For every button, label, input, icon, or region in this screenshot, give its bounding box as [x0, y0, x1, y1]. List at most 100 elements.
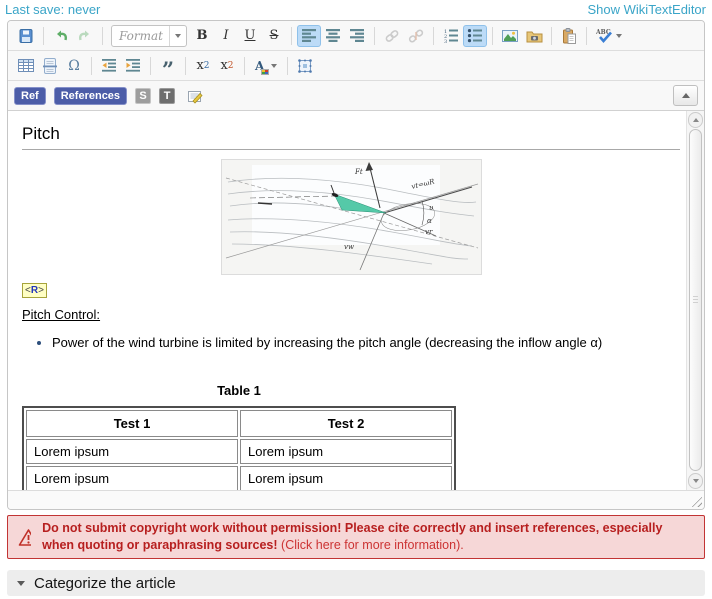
undo-icon [53, 28, 69, 44]
badge-close: > [38, 285, 44, 296]
toolbar-separator [492, 27, 493, 45]
table-row: Lorem ipsum Lorem ipsum [26, 466, 452, 490]
triangle-down-icon [17, 581, 25, 586]
blockquote-button[interactable]: ” [156, 55, 180, 77]
toolbar-separator [433, 27, 434, 45]
horizontal-rule-icon [42, 58, 58, 74]
superscript-button[interactable]: x2 [215, 55, 239, 77]
undo-button[interactable] [49, 25, 73, 47]
ref-button[interactable]: Ref [14, 87, 46, 105]
table-cell[interactable]: Lorem ipsum [26, 466, 238, 490]
table-cell[interactable]: Lorem ipsum [26, 439, 238, 464]
label-upsilon: υ [429, 204, 434, 212]
text-color-icon: A [255, 58, 268, 73]
t-tag-button[interactable]: T [159, 88, 175, 104]
redo-button[interactable] [73, 25, 97, 47]
chevron-up-icon [682, 93, 690, 98]
s-tag-button[interactable]: S [135, 88, 151, 104]
save-button[interactable] [14, 25, 38, 47]
references-button[interactable]: References [54, 87, 127, 105]
wysiwyg-editor: Format B I U S [7, 20, 705, 510]
align-right-icon [350, 29, 365, 42]
bullet-list: Power of the wind turbine is limited by … [52, 335, 680, 350]
scrollbar-down-button[interactable] [688, 473, 703, 489]
toolbar-separator [102, 27, 103, 45]
label-vw: vw [344, 243, 354, 251]
table-cell[interactable]: Lorem ipsum [240, 439, 452, 464]
subscript-button[interactable]: x2 [191, 55, 215, 77]
paste-icon [561, 28, 577, 44]
format-select[interactable]: Format [111, 25, 187, 47]
chevron-down-icon [271, 64, 277, 68]
special-char-button[interactable]: Ω [62, 55, 86, 77]
bulleted-list-button[interactable] [463, 25, 487, 47]
scrollbar-thumb[interactable] [689, 129, 702, 471]
resize-grip[interactable] [689, 494, 702, 507]
editor-bottom-bar [8, 490, 704, 509]
pitch-diagram: Ft vt=ωR υ α vr vw [222, 160, 481, 271]
iframe-icon [297, 58, 313, 74]
format-select-label: Format [112, 29, 169, 43]
link-button[interactable] [380, 25, 404, 47]
media-browser-button[interactable] [522, 25, 546, 47]
table-header-cell[interactable]: Test 1 [26, 410, 238, 437]
indent-button[interactable] [121, 55, 145, 77]
text-color-button[interactable]: A [250, 55, 282, 77]
collapse-toolbar-button[interactable] [673, 85, 698, 106]
table-header-row: Test 1 Test 2 [26, 410, 452, 437]
strikethrough-button[interactable]: S [262, 25, 286, 47]
horizontal-rule-button[interactable] [38, 55, 62, 77]
insert-image-button[interactable] [498, 25, 522, 47]
list-item: Power of the wind turbine is limited by … [52, 335, 680, 350]
table-icon [18, 58, 34, 73]
categorize-label: Categorize the article [34, 575, 176, 592]
pitch-diagram-image[interactable]: Ft vt=ωR υ α vr vw [221, 159, 482, 275]
content-scrollbar[interactable] [686, 111, 704, 490]
categorize-section-header[interactable]: Categorize the article [7, 570, 705, 596]
triangle-up-icon [693, 118, 699, 122]
show-wikitext-editor-link[interactable]: Show WikiTextEditor [588, 2, 706, 17]
references-placeholder-badge[interactable]: <R> [22, 283, 47, 298]
chevron-down-icon [616, 34, 622, 38]
editor-content[interactable]: Pitch [8, 111, 686, 490]
label-ft: Ft [354, 168, 363, 176]
underline-button[interactable]: U [238, 25, 262, 47]
warning-info-link[interactable]: (Click here for more information). [281, 538, 464, 552]
spellcheck-button[interactable]: ABC [592, 25, 626, 47]
indent-icon [125, 58, 141, 73]
redo-icon [77, 28, 93, 44]
last-save-link[interactable]: Last save: never [5, 2, 100, 17]
paste-button[interactable] [557, 25, 581, 47]
label-alpha: α [427, 217, 432, 225]
bold-button[interactable]: B [190, 25, 214, 47]
outdent-icon [101, 58, 117, 73]
align-center-button[interactable] [321, 25, 345, 47]
badge-letter: R [31, 285, 38, 296]
italic-button[interactable]: I [214, 25, 238, 47]
content-table: Test 1 Test 2 Lorem ipsum Lorem ipsum Lo… [22, 406, 456, 490]
toolbar-separator [185, 57, 186, 75]
scrollbar-up-button[interactable] [688, 112, 703, 128]
insert-table-button[interactable] [14, 55, 38, 77]
bulleted-list-icon [467, 28, 483, 43]
pitch-control-label: Pitch Control: [22, 307, 680, 322]
toolbar-separator [244, 57, 245, 75]
subscript-digit: 2 [204, 61, 210, 71]
numbered-list-button[interactable]: 123 [439, 25, 463, 47]
table-cell[interactable]: Lorem ipsum [240, 466, 452, 490]
align-right-button[interactable] [345, 25, 369, 47]
align-left-button[interactable] [297, 25, 321, 47]
toolbar-separator [551, 27, 552, 45]
chevron-down-icon [169, 26, 186, 46]
toolbar-separator [43, 27, 44, 45]
toolbar-separator [287, 57, 288, 75]
warning-icon [18, 528, 31, 547]
outdent-button[interactable] [97, 55, 121, 77]
iframe-button[interactable] [293, 55, 317, 77]
warning-text: Do not submit copyright work without per… [42, 520, 694, 554]
unlink-button[interactable] [404, 25, 428, 47]
signature-button[interactable] [183, 85, 207, 107]
svg-text:3: 3 [444, 39, 447, 43]
table-header-cell[interactable]: Test 2 [240, 410, 452, 437]
toolbar-row-1: Format B I U S [8, 21, 704, 51]
